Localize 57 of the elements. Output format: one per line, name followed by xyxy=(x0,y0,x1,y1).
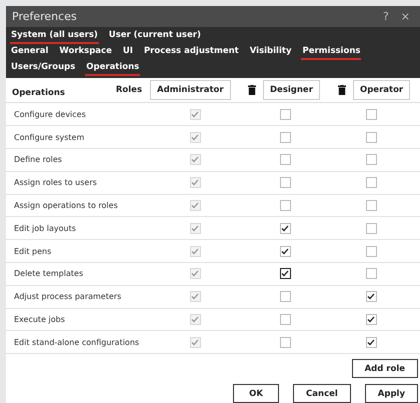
role-button[interactable]: Designer xyxy=(263,80,320,100)
role-button[interactable]: Operator xyxy=(353,80,410,100)
operation-label: Configure system xyxy=(13,132,86,142)
role-button[interactable]: Administrator xyxy=(150,80,231,100)
operation-label: Edit stand-alone configurations xyxy=(13,338,140,347)
add-role-button[interactable]: Add role xyxy=(352,359,418,378)
dialog-button[interactable]: Cancel xyxy=(293,384,351,403)
checkbox[interactable] xyxy=(366,132,376,143)
tab[interactable]: Visibility xyxy=(248,44,292,60)
checkbox[interactable] xyxy=(366,108,376,120)
checkbox[interactable] xyxy=(280,246,290,257)
checkbox[interactable] xyxy=(366,200,376,211)
tab[interactable]: General xyxy=(10,44,50,60)
operation-label: Assign operations to roles xyxy=(13,201,119,210)
tab[interactable]: Permissions xyxy=(301,44,362,60)
tab[interactable]: Operations xyxy=(85,60,140,76)
close-button[interactable]: × xyxy=(394,10,416,24)
checkbox[interactable] xyxy=(280,108,290,120)
operation-label: Configure devices xyxy=(13,110,87,119)
tab[interactable]: Workspace xyxy=(58,44,113,60)
checkbox[interactable] xyxy=(366,268,376,280)
checkbox[interactable] xyxy=(280,268,290,280)
operation-label: Edit pens xyxy=(13,246,52,256)
checkbox[interactable] xyxy=(280,200,290,211)
checkbox[interactable] xyxy=(280,177,290,188)
checkbox[interactable] xyxy=(280,132,290,143)
operation-label: Delete templates xyxy=(13,269,84,278)
checkbox[interactable] xyxy=(366,336,376,348)
operation-label: Adjust process parameters xyxy=(13,292,122,302)
checkbox[interactable] xyxy=(280,314,290,325)
checkbox[interactable] xyxy=(366,154,376,166)
help-button[interactable]: ? xyxy=(376,10,395,24)
checkbox[interactable] xyxy=(280,336,290,348)
checkbox[interactable] xyxy=(366,177,376,188)
checkbox[interactable] xyxy=(366,314,376,325)
operation-label: Define roles xyxy=(13,155,63,164)
tab[interactable]: Process adjustment xyxy=(142,44,240,60)
dialog-button[interactable]: OK xyxy=(233,384,280,403)
checkbox[interactable] xyxy=(366,246,376,257)
tab[interactable]: User (current user) xyxy=(108,28,202,44)
dialog-button[interactable]: Apply xyxy=(364,384,418,403)
checkbox[interactable] xyxy=(280,222,290,234)
trash-icon[interactable] xyxy=(248,85,256,96)
tab[interactable]: UI xyxy=(122,44,134,60)
checkbox[interactable] xyxy=(280,291,290,302)
checkbox[interactable] xyxy=(280,154,290,166)
column-header: Roles xyxy=(116,85,142,96)
operation-label: Edit job layouts xyxy=(13,224,77,233)
checkbox[interactable] xyxy=(366,291,376,302)
checkbox[interactable] xyxy=(366,222,376,234)
window-title: Preferences xyxy=(12,10,78,24)
trash-icon[interactable] xyxy=(338,85,346,96)
tab[interactable]: System (all users) xyxy=(10,28,99,44)
tab[interactable]: Users/Groups xyxy=(10,60,76,76)
column-header: Operations xyxy=(12,88,65,98)
operation-label: Assign roles to users xyxy=(13,178,98,188)
operation-label: Execute jobs xyxy=(13,314,66,324)
